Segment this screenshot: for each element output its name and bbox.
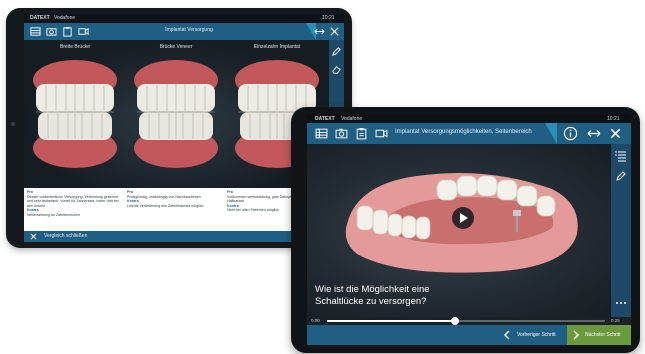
pro-text: Preisgünstig, unabhängig von Nachbarzähn… <box>127 194 201 199</box>
contra-text: Leichte Veränderung des Zahnfleisches mö… <box>127 203 204 208</box>
status-brand: DATEXT <box>315 116 335 122</box>
previous-step-button[interactable]: Vorheriger Schritt <box>497 325 567 345</box>
progress-knob[interactable] <box>450 317 459 325</box>
clipboard-icon[interactable] <box>355 127 368 140</box>
list-icon[interactable] <box>30 26 41 37</box>
info-column-2: Pro Preisgünstig, unabhängig von Nachbar… <box>127 190 225 208</box>
expand-icon[interactable] <box>587 127 601 140</box>
contra-label: Kontra <box>127 199 139 204</box>
tablet-camera <box>11 122 15 126</box>
video-icon[interactable] <box>375 127 388 140</box>
toolbar-title: Implantat Versorgungsmöglichkeiten, Seit… <box>395 129 532 135</box>
toolbar-title: Implantat Versorgung <box>165 27 213 33</box>
status-bar: DATEXT Vodafone 10:21 <box>307 115 631 123</box>
chevron-left-icon <box>503 330 510 340</box>
status-time: 10:21 <box>607 116 620 122</box>
clipboard-icon[interactable] <box>62 26 73 37</box>
dental-model-1 <box>33 60 117 168</box>
status-brand: DATEXT <box>30 15 50 21</box>
close-comparison-button[interactable]: Vergleich schließen <box>44 233 87 239</box>
contra-label: Kontra <box>227 203 239 208</box>
next-step-button[interactable]: Nächster Schritt <box>567 325 631 345</box>
progress-track <box>327 317 605 325</box>
contra-text: Nicht bei allen Patienten möglich <box>227 208 280 213</box>
time-end: 0:25 <box>611 318 620 323</box>
question-caption: Wie ist die Möglichkeit eine Schaltlücke… <box>315 284 430 307</box>
pro-label: Pro <box>127 190 133 194</box>
pro-text: Direkte vollkeramische Versorgung; Verbi… <box>27 194 119 208</box>
info-icon[interactable] <box>563 126 578 141</box>
column-title-1: Breite Brücke <box>59 44 90 50</box>
contra-text: Nebenwirkung an Zahnbereichen <box>27 212 80 217</box>
front-tablet-screen: DATEXT Vodafone 10:21 Implantat Versorgu… <box>307 115 631 345</box>
status-carrier: Vodafone <box>54 15 76 21</box>
pencil-icon[interactable] <box>615 170 627 182</box>
close-icon[interactable] <box>609 127 622 140</box>
list-detail-icon[interactable] <box>615 150 627 162</box>
eraser-icon[interactable] <box>331 64 342 75</box>
video-progress-bar[interactable]: 0:00 0:25 <box>307 317 631 325</box>
front-tablet-device: DATEXT Vodafone 10:21 Implantat Versorgu… <box>291 107 640 353</box>
status-time: 10:21 <box>322 15 335 21</box>
side-toolbar <box>611 144 631 317</box>
video-icon[interactable] <box>78 26 89 37</box>
play-button[interactable] <box>452 207 474 229</box>
column-title-2: Brücke Veneer <box>159 44 193 50</box>
list-icon[interactable] <box>315 127 328 140</box>
info-column-1: Pro Direkte vollkeramische Versorgung; V… <box>27 190 125 218</box>
close-comparison-icon[interactable] <box>30 233 37 240</box>
play-icon <box>460 213 468 223</box>
toolbar: Implantat Versorgung <box>24 23 344 40</box>
progress-fill <box>327 320 455 322</box>
expand-icon[interactable] <box>314 26 325 37</box>
toolbar: Implantat Versorgungsmöglichkeiten, Seit… <box>307 123 631 144</box>
time-start: 0:00 <box>311 318 320 323</box>
pro-contra-panel: Pro Direkte vollkeramische Versorgung; V… <box>24 188 329 231</box>
next-step-label: Nächster Schritt <box>585 332 621 338</box>
dots-icon[interactable] <box>615 298 627 308</box>
previous-step-label: Vorheriger Schritt <box>517 332 556 338</box>
camera-icon[interactable] <box>46 26 57 37</box>
column-title-3: Einzelzahn Implantat <box>253 44 301 50</box>
navigation-bar: Vorheriger Schritt Nächster Schritt <box>307 325 631 345</box>
status-carrier: Vodafone <box>341 116 363 122</box>
contra-label: Kontra <box>27 208 39 213</box>
pro-label: Pro <box>227 190 233 194</box>
video-viewport[interactable]: Wie ist die Möglichkeit eine Schaltlücke… <box>307 144 611 317</box>
accent-corner <box>545 123 557 144</box>
camera-icon[interactable] <box>335 127 348 140</box>
comparison-view: Breite Brücke Brücke Veneer Einzelzahn I… <box>24 40 329 188</box>
chevron-right-icon <box>573 330 580 340</box>
close-icon[interactable] <box>329 26 340 37</box>
status-bar: DATEXT Vodafone 10:21 <box>24 14 344 23</box>
dental-model-2 <box>134 60 218 168</box>
pencil-icon[interactable] <box>331 46 342 57</box>
pro-label: Pro <box>27 190 33 194</box>
